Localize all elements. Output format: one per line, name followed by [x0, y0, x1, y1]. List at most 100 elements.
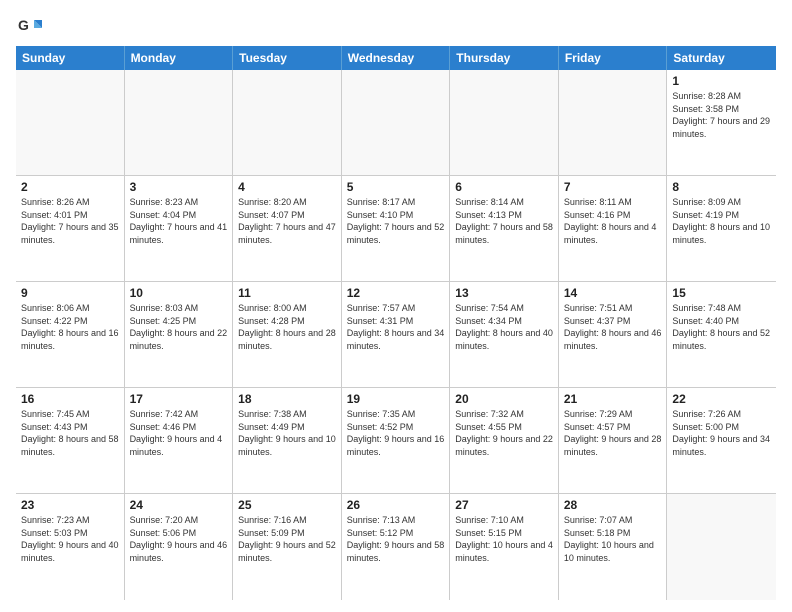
calendar-cell: 16 Sunrise: 7:45 AMSunset: 4:43 PMDayligh… [16, 388, 125, 493]
calendar-row-1: 2 Sunrise: 8:26 AMSunset: 4:01 PMDaylight… [16, 176, 776, 282]
calendar-cell [125, 70, 234, 175]
cell-day-number: 1 [672, 74, 771, 88]
cell-day-number: 12 [347, 286, 445, 300]
calendar-cell: 26Sunrise: 7:13 AMSunset: 5:12 PMDayligh… [342, 494, 451, 600]
cell-info: Sunrise: 7:23 AMSunset: 5:03 PMDaylight:… [21, 514, 119, 564]
cell-info: Sunrise: 8:14 AMSunset: 4:13 PMDaylight:… [455, 196, 553, 246]
day-header-sunday: Sunday [16, 46, 125, 70]
logo: G [16, 12, 48, 40]
calendar-cell: 14 Sunrise: 7:51 AMSunset: 4:37 PMDayligh… [559, 282, 668, 387]
calendar-cell: 4 Sunrise: 8:20 AMSunset: 4:07 PMDaylight… [233, 176, 342, 281]
cell-day-number: 23 [21, 498, 119, 512]
cell-day-number: 28 [564, 498, 662, 512]
day-header-saturday: Saturday [667, 46, 776, 70]
cell-info: Sunrise: 8:09 AMSunset: 4:19 PMDaylight:… [672, 196, 771, 246]
cell-day-number: 4 [238, 180, 336, 194]
calendar-cell: 2 Sunrise: 8:26 AMSunset: 4:01 PMDaylight… [16, 176, 125, 281]
cell-info: Sunrise: 7:16 AMSunset: 5:09 PMDaylight:… [238, 514, 336, 564]
calendar-cell [667, 494, 776, 600]
cell-info: Sunrise: 7:10 AMSunset: 5:15 PMDaylight:… [455, 514, 553, 564]
cell-day-number: 10 [130, 286, 228, 300]
cell-day-number: 13 [455, 286, 553, 300]
calendar-cell: 10 Sunrise: 8:03 AMSunset: 4:25 PMDayligh… [125, 282, 234, 387]
calendar-cell: 27 Sunrise: 7:10 AMSunset: 5:15 PMDayligh… [450, 494, 559, 600]
day-header-friday: Friday [559, 46, 668, 70]
calendar-cell: 19 Sunrise: 7:35 AMSunset: 4:52 PMDayligh… [342, 388, 451, 493]
calendar-cell: 15 Sunrise: 7:48 AMSunset: 4:40 PMDayligh… [667, 282, 776, 387]
cell-day-number: 24 [130, 498, 228, 512]
calendar-cell: 13 Sunrise: 7:54 AMSunset: 4:34 PMDayligh… [450, 282, 559, 387]
calendar-row-0: 1 Sunrise: 8:28 AMSunset: 3:58 PMDaylight… [16, 70, 776, 176]
cell-day-number: 17 [130, 392, 228, 406]
cell-day-number: 7 [564, 180, 662, 194]
day-header-thursday: Thursday [450, 46, 559, 70]
calendar-row-3: 16 Sunrise: 7:45 AMSunset: 4:43 PMDayligh… [16, 388, 776, 494]
cell-day-number: 3 [130, 180, 228, 194]
cell-day-number: 14 [564, 286, 662, 300]
calendar-cell: 7 Sunrise: 8:11 AMSunset: 4:16 PMDaylight… [559, 176, 668, 281]
cell-info: Sunrise: 7:51 AMSunset: 4:37 PMDaylight:… [564, 302, 662, 352]
calendar-cell: 11 Sunrise: 8:00 AMSunset: 4:28 PMDayligh… [233, 282, 342, 387]
cell-info: Sunrise: 8:03 AMSunset: 4:25 PMDaylight:… [130, 302, 228, 352]
logo-icon: G [16, 12, 44, 40]
cell-info: Sunrise: 7:45 AMSunset: 4:43 PMDaylight:… [21, 408, 119, 458]
calendar-cell: 6 Sunrise: 8:14 AMSunset: 4:13 PMDaylight… [450, 176, 559, 281]
cell-day-number: 8 [672, 180, 771, 194]
calendar-cell: 28 Sunrise: 7:07 AMSunset: 5:18 PMDayligh… [559, 494, 668, 600]
cell-day-number: 25 [238, 498, 336, 512]
cell-info: Sunrise: 7:07 AMSunset: 5:18 PMDaylight:… [564, 514, 662, 564]
day-headers: SundayMondayTuesdayWednesdayThursdayFrid… [16, 46, 776, 70]
cell-info: Sunrise: 7:20 AMSunset: 5:06 PMDaylight:… [130, 514, 228, 564]
cell-day-number: 6 [455, 180, 553, 194]
calendar-cell: 24 Sunrise: 7:20 AMSunset: 5:06 PMDayligh… [125, 494, 234, 600]
day-header-tuesday: Tuesday [233, 46, 342, 70]
calendar-cell: 18Sunrise: 7:38 AMSunset: 4:49 PMDayligh… [233, 388, 342, 493]
day-header-monday: Monday [125, 46, 234, 70]
cell-info: Sunrise: 7:35 AMSunset: 4:52 PMDaylight:… [347, 408, 445, 458]
cell-info: Sunrise: 7:13 AMSunset: 5:12 PMDaylight:… [347, 514, 445, 564]
cell-info: Sunrise: 8:06 AMSunset: 4:22 PMDaylight:… [21, 302, 119, 352]
calendar-cell: 20Sunrise: 7:32 AMSunset: 4:55 PMDayligh… [450, 388, 559, 493]
calendar-cell: 9Sunrise: 8:06 AMSunset: 4:22 PMDaylight… [16, 282, 125, 387]
calendar-cell: 22 Sunrise: 7:26 AMSunset: 5:00 PMDayligh… [667, 388, 776, 493]
calendar-cell [16, 70, 125, 175]
cell-day-number: 21 [564, 392, 662, 406]
cell-info: Sunrise: 7:54 AMSunset: 4:34 PMDaylight:… [455, 302, 553, 352]
cell-info: Sunrise: 8:00 AMSunset: 4:28 PMDaylight:… [238, 302, 336, 352]
calendar-cell: 1 Sunrise: 8:28 AMSunset: 3:58 PMDaylight… [667, 70, 776, 175]
cell-info: Sunrise: 8:28 AMSunset: 3:58 PMDaylight:… [672, 90, 771, 140]
calendar-cell: 23 Sunrise: 7:23 AMSunset: 5:03 PMDayligh… [16, 494, 125, 600]
cell-info: Sunrise: 7:48 AMSunset: 4:40 PMDaylight:… [672, 302, 771, 352]
day-header-wednesday: Wednesday [342, 46, 451, 70]
cell-info: Sunrise: 7:26 AMSunset: 5:00 PMDaylight:… [672, 408, 771, 458]
cell-info: Sunrise: 7:29 AMSunset: 4:57 PMDaylight:… [564, 408, 662, 458]
cell-day-number: 22 [672, 392, 771, 406]
calendar-cell: 3 Sunrise: 8:23 AMSunset: 4:04 PMDaylight… [125, 176, 234, 281]
calendar-cell: 17 Sunrise: 7:42 AMSunset: 4:46 PMDayligh… [125, 388, 234, 493]
calendar-cell [559, 70, 668, 175]
calendar-cell: 8 Sunrise: 8:09 AMSunset: 4:19 PMDaylight… [667, 176, 776, 281]
calendar-cell: 21 Sunrise: 7:29 AMSunset: 4:57 PMDayligh… [559, 388, 668, 493]
cell-info: Sunrise: 8:17 AMSunset: 4:10 PMDaylight:… [347, 196, 445, 246]
cell-day-number: 11 [238, 286, 336, 300]
cell-day-number: 15 [672, 286, 771, 300]
cell-day-number: 27 [455, 498, 553, 512]
cell-info: Sunrise: 7:42 AMSunset: 4:46 PMDaylight:… [130, 408, 228, 458]
svg-text:G: G [18, 17, 29, 33]
cell-day-number: 19 [347, 392, 445, 406]
calendar-cell: 5 Sunrise: 8:17 AMSunset: 4:10 PMDaylight… [342, 176, 451, 281]
cell-info: Sunrise: 8:26 AMSunset: 4:01 PMDaylight:… [21, 196, 119, 246]
cell-info: Sunrise: 8:20 AMSunset: 4:07 PMDaylight:… [238, 196, 336, 246]
cell-day-number: 16 [21, 392, 119, 406]
cell-day-number: 20 [455, 392, 553, 406]
header: G [16, 12, 776, 40]
cell-day-number: 2 [21, 180, 119, 194]
calendar-row-4: 23 Sunrise: 7:23 AMSunset: 5:03 PMDayligh… [16, 494, 776, 600]
cell-day-number: 5 [347, 180, 445, 194]
calendar-cell [342, 70, 451, 175]
page: G SundayMondayTuesdayWednesdayThursdayFr… [0, 0, 792, 612]
calendar-cell: 25 Sunrise: 7:16 AMSunset: 5:09 PMDayligh… [233, 494, 342, 600]
cell-day-number: 18 [238, 392, 336, 406]
cell-info: Sunrise: 8:11 AMSunset: 4:16 PMDaylight:… [564, 196, 662, 246]
cell-info: Sunrise: 8:23 AMSunset: 4:04 PMDaylight:… [130, 196, 228, 246]
